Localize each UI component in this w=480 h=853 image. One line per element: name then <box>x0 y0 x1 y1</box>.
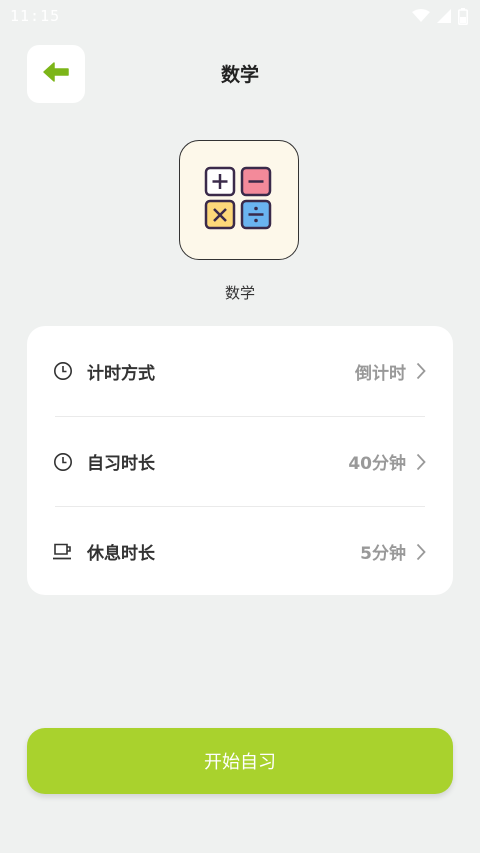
chevron-right-icon <box>414 542 428 562</box>
chevron-right-icon <box>414 361 428 381</box>
setting-value: 5分钟 <box>360 544 406 564</box>
setting-label: 休息时长 <box>87 544 155 564</box>
status-bar: 11:15 <box>0 0 480 32</box>
page-title: 数学 <box>220 64 259 86</box>
setting-label: 自习时长 <box>87 454 155 474</box>
calculator-icon <box>204 166 274 234</box>
coffee-cup-icon <box>51 540 75 564</box>
setting-row-study-duration[interactable]: 自习时长 40分钟 <box>54 416 428 506</box>
wifi-icon <box>412 9 430 23</box>
start-study-button[interactable]: 开始自习 <box>27 728 453 794</box>
setting-value: 倒计时 <box>355 363 406 384</box>
setting-value: 40分钟 <box>348 454 406 474</box>
clock-icon <box>51 450 75 474</box>
status-time: 11:15 <box>10 7 61 25</box>
clock-icon <box>51 359 75 383</box>
signal-icon <box>437 9 451 23</box>
chevron-right-icon <box>414 452 428 472</box>
setting-label: 计时方式 <box>87 363 155 384</box>
setting-row-timing-mode[interactable]: 计时方式 倒计时 <box>54 326 428 416</box>
subject-icon-tile <box>179 140 299 260</box>
subject-name: 数学 <box>224 284 255 302</box>
battery-icon <box>458 7 468 25</box>
status-icons <box>412 7 468 25</box>
settings-card: 计时方式 倒计时 自习时长 40分钟 休息时长 5分钟 <box>27 326 453 595</box>
setting-row-break-duration[interactable]: 休息时长 5分钟 <box>53 506 428 596</box>
